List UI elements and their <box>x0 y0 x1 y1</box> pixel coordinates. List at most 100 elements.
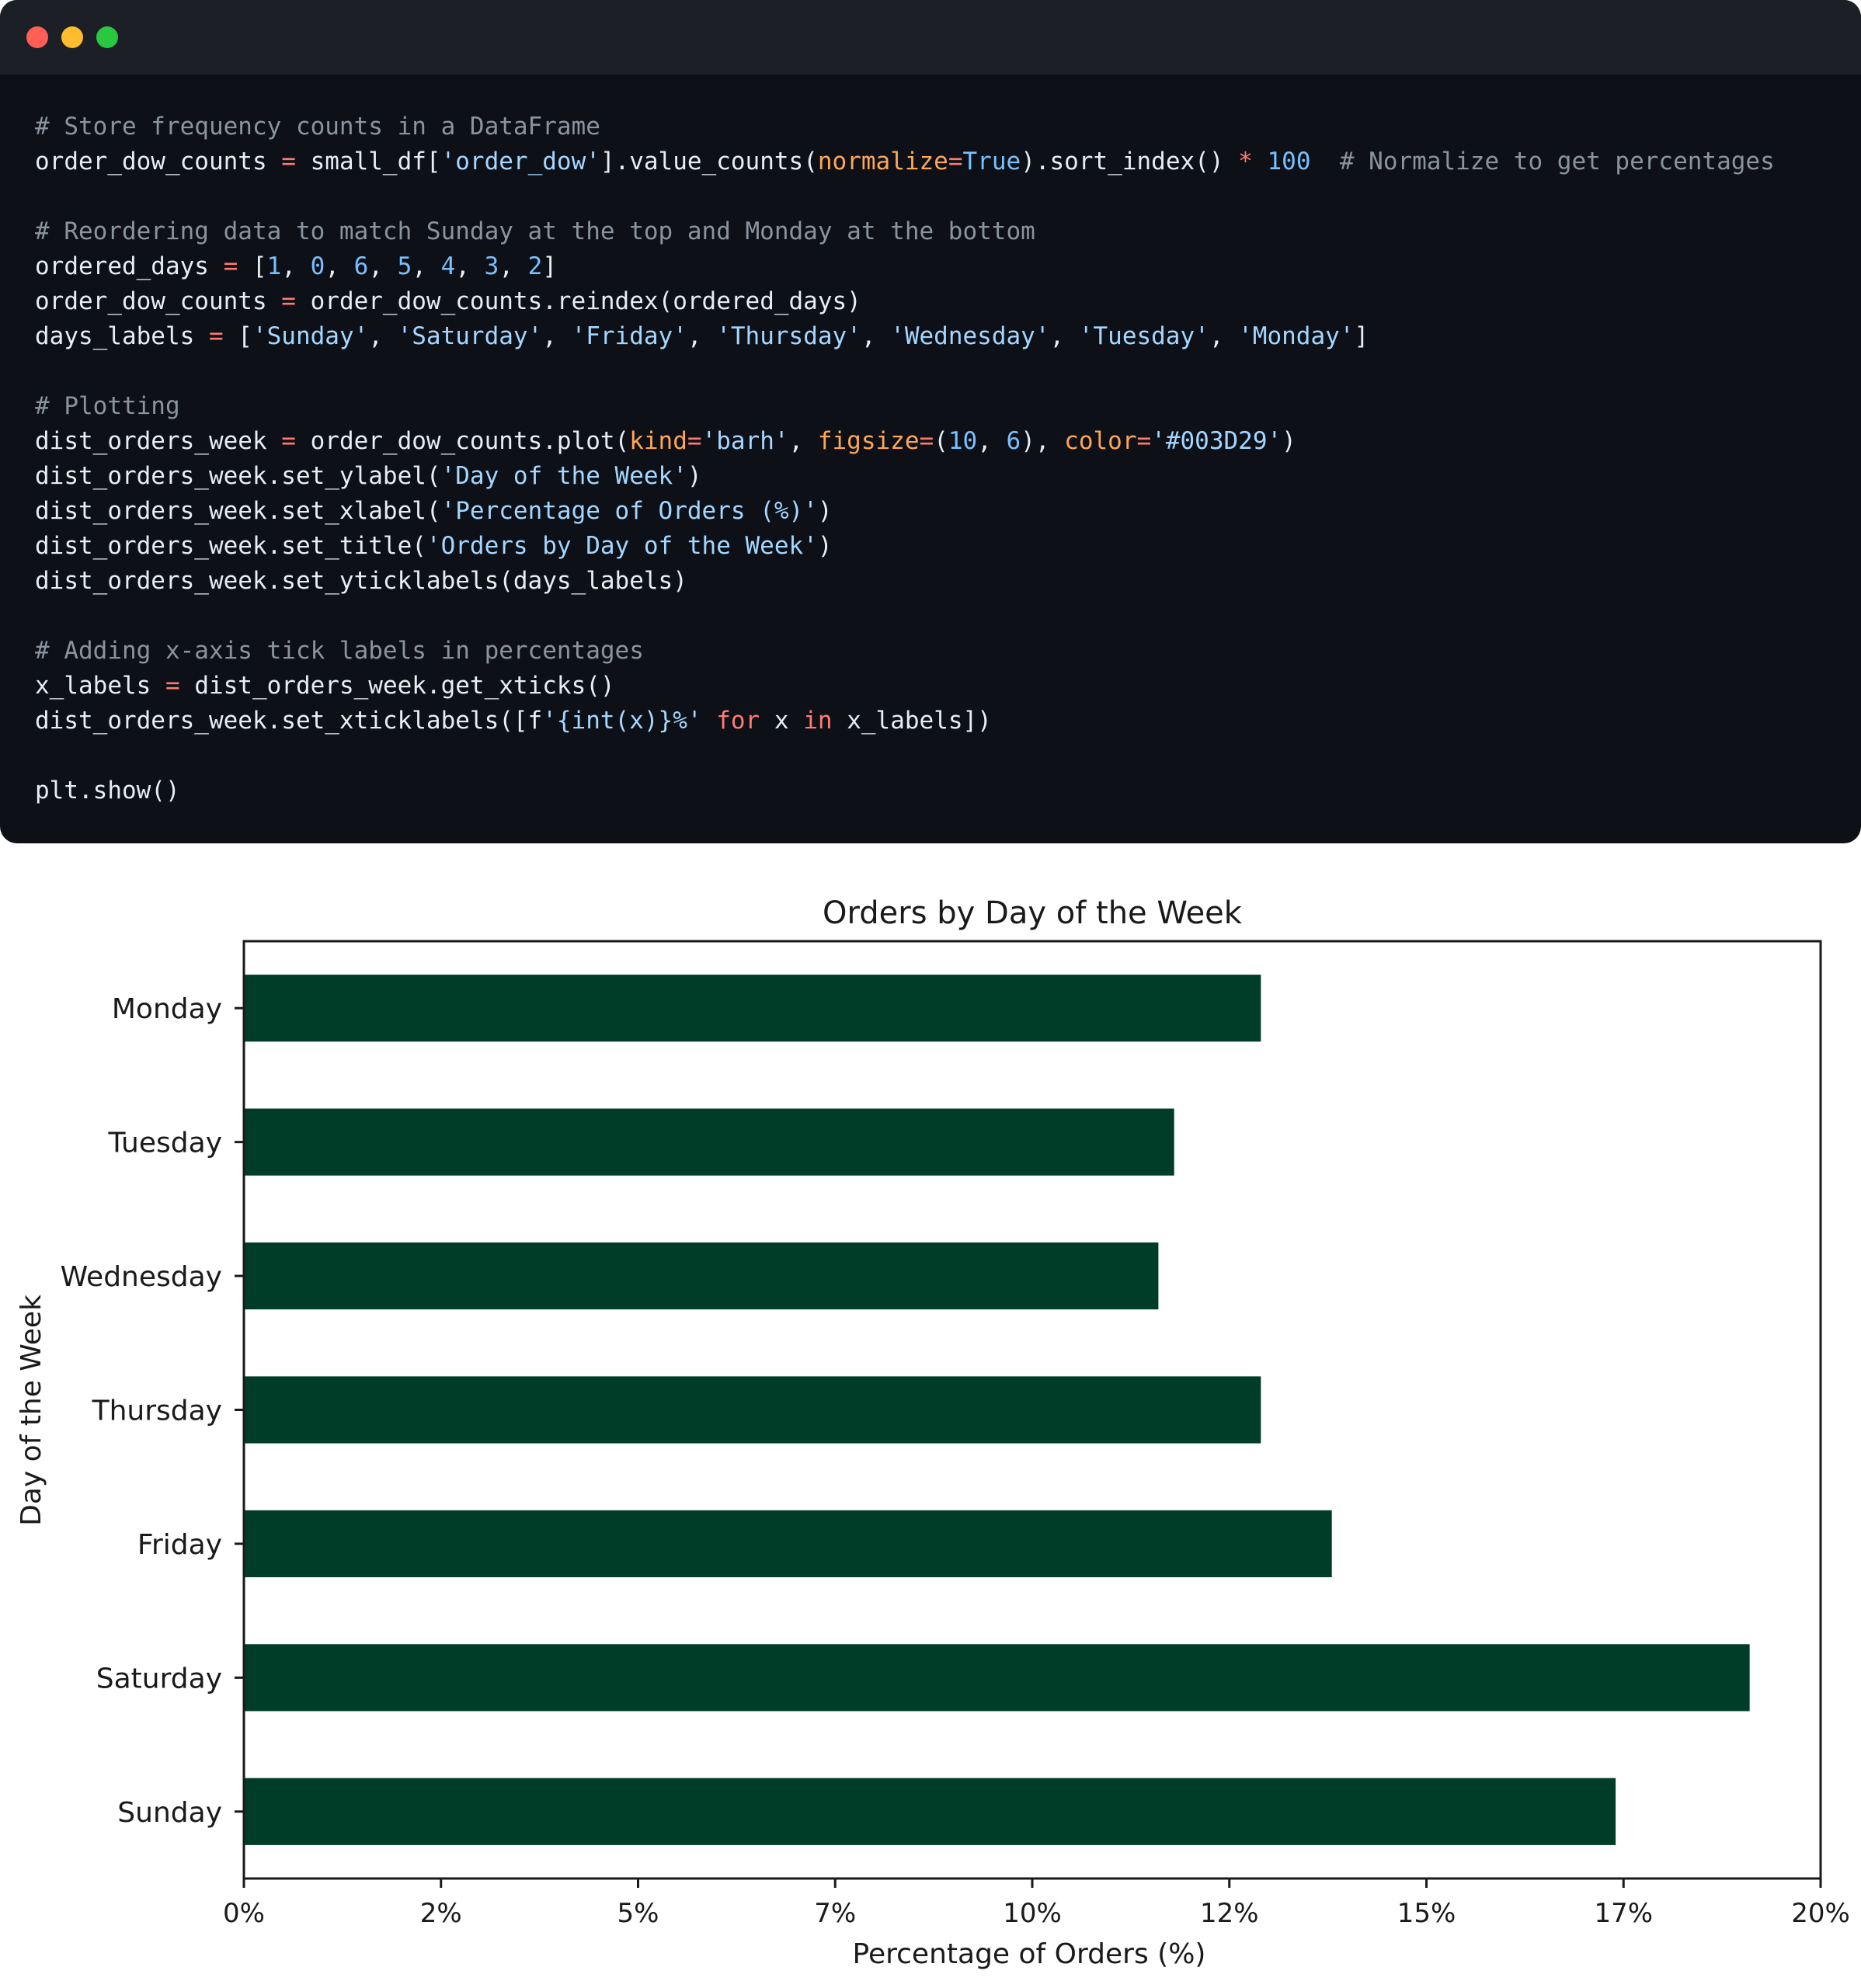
bar-tuesday <box>244 1108 1174 1176</box>
code-token: x_labels <box>35 672 165 700</box>
code-token: dist_orders_week.get_xticks() <box>179 672 615 700</box>
y-tick-label: Thursday <box>92 1395 222 1427</box>
code-token: kind <box>629 427 687 455</box>
code-token: ), <box>1021 427 1065 455</box>
code-token: 6 <box>353 252 369 280</box>
code-token: color <box>1064 427 1137 455</box>
x-tick-label: 5% <box>617 1898 659 1929</box>
code-token: dist_orders_week.set_xticklabels([f <box>35 707 543 735</box>
window-title-bar <box>0 0 1861 75</box>
code-token: ) <box>817 497 833 525</box>
code-token: , <box>542 322 572 350</box>
code-token: # Plotting <box>35 392 180 420</box>
y-ticks-layer: Monday Tuesday Wednesday Thursday Friday Satu… <box>61 993 244 1829</box>
code-line: # Reordering data to match Sunday at the… <box>35 214 1775 249</box>
code-token: # Store frequency counts in a DataFrame <box>35 113 600 141</box>
code-line: ordered_days = [1, 0, 6, 5, 4, 3, 2] <box>35 249 1775 284</box>
code-token: 'Sunday' <box>252 322 369 350</box>
code-token: = <box>1136 427 1152 455</box>
code-token: normalize <box>817 148 948 176</box>
code-line: dist_orders_week = order_dow_counts.plot… <box>35 424 1775 459</box>
code-token: dist_orders_week.set_title( <box>35 532 426 560</box>
y-tick-label: Wednesday <box>61 1261 222 1293</box>
bar-friday <box>244 1510 1332 1578</box>
maximize-window-button[interactable] <box>96 26 118 48</box>
code-token: ( <box>934 427 948 455</box>
y-tick-label: Tuesday <box>108 1128 222 1159</box>
code-token: * <box>1238 148 1253 176</box>
code-token: = <box>281 427 296 455</box>
code-token: 'Percentage of Orders (%)' <box>440 497 818 525</box>
code-token: = <box>165 672 180 700</box>
minimize-window-button[interactable] <box>61 26 83 48</box>
code-token: 'Orders by Day of the Week' <box>426 532 818 560</box>
code-token: 100 <box>1267 148 1311 176</box>
code-token: 1 <box>266 252 282 280</box>
code-token: 'Thursday' <box>716 322 861 350</box>
code-token: figsize <box>817 427 920 455</box>
code-token: plt.show() <box>35 777 180 805</box>
code-token: x <box>760 707 804 735</box>
code-token: '{int(x)}%' <box>542 707 702 735</box>
code-token: 'Friday' <box>571 322 687 350</box>
x-tick-label: 7% <box>814 1898 856 1929</box>
code-token: = <box>687 427 702 455</box>
code-line: dist_orders_week.set_yticklabels(days_la… <box>35 564 1775 599</box>
code-block: # Store frequency counts in a DataFrame o… <box>35 109 1775 808</box>
code-token: 'order_dow' <box>440 148 600 176</box>
code-token: '#003D29' <box>1151 427 1282 455</box>
code-token: 4 <box>440 252 456 280</box>
code-line: order_dow_counts = order_dow_counts.rein… <box>35 284 1775 319</box>
code-line: plt.show() <box>35 773 1775 808</box>
x-tick-label: 2% <box>420 1898 462 1929</box>
bar-chart: Monday Tuesday Wednesday Thursday Friday Satu… <box>16 895 1850 1970</box>
code-token: days_labels <box>35 322 209 350</box>
code-token: , <box>281 252 311 280</box>
code-token: = <box>919 427 934 455</box>
code-token: = <box>223 252 238 280</box>
code-token: 10 <box>948 427 978 455</box>
code-token: ] <box>542 252 557 280</box>
code-token: 'Tuesday' <box>1078 322 1209 350</box>
code-token: 'barh' <box>701 427 789 455</box>
code-token: , <box>412 252 441 280</box>
y-axis-label: Day of the Week <box>16 1295 47 1526</box>
code-token: = <box>281 148 296 176</box>
code-token: 'Monday' <box>1238 322 1355 350</box>
code-token: [ <box>238 252 267 280</box>
code-token: # Adding x-axis tick labels in percentag… <box>35 637 644 665</box>
code-token: ).sort_index() <box>1021 148 1239 176</box>
code-token: , <box>1209 322 1239 350</box>
code-token: , <box>325 252 354 280</box>
bar-thursday <box>244 1376 1261 1444</box>
code-token: ) <box>1282 427 1296 455</box>
code-token: , <box>368 322 398 350</box>
code-token: order_dow_counts <box>35 287 282 315</box>
code-token: 5 <box>397 252 412 280</box>
chart-title: Orders by Day of the Week <box>823 895 1243 931</box>
y-tick-label: Sunday <box>117 1797 222 1829</box>
y-tick-label: Friday <box>137 1529 222 1561</box>
code-token: ) <box>817 532 833 560</box>
code-token: ] <box>1354 322 1369 350</box>
code-token: ].value_counts( <box>600 148 818 176</box>
code-line: x_labels = dist_orders_week.get_xticks() <box>35 669 1775 704</box>
close-window-button[interactable] <box>26 26 48 48</box>
code-token: , <box>687 322 717 350</box>
code-line: order_dow_counts = small_df['order_dow']… <box>35 144 1775 179</box>
code-token: # Normalize to get percentages <box>1339 148 1775 176</box>
x-tick-label: 0% <box>223 1898 265 1929</box>
x-tick-label: 12% <box>1200 1898 1259 1929</box>
code-token: 'Day of the Week' <box>440 462 687 490</box>
code-token: ordered_days <box>35 252 224 280</box>
code-token: order_dow_counts.plot( <box>295 427 630 455</box>
code-token: small_df[ <box>295 148 441 176</box>
x-tick-label: 15% <box>1397 1898 1456 1929</box>
code-line: dist_orders_week.set_title('Orders by Da… <box>35 529 1775 564</box>
code-token: [ <box>223 322 252 350</box>
code-token: = <box>948 148 963 176</box>
